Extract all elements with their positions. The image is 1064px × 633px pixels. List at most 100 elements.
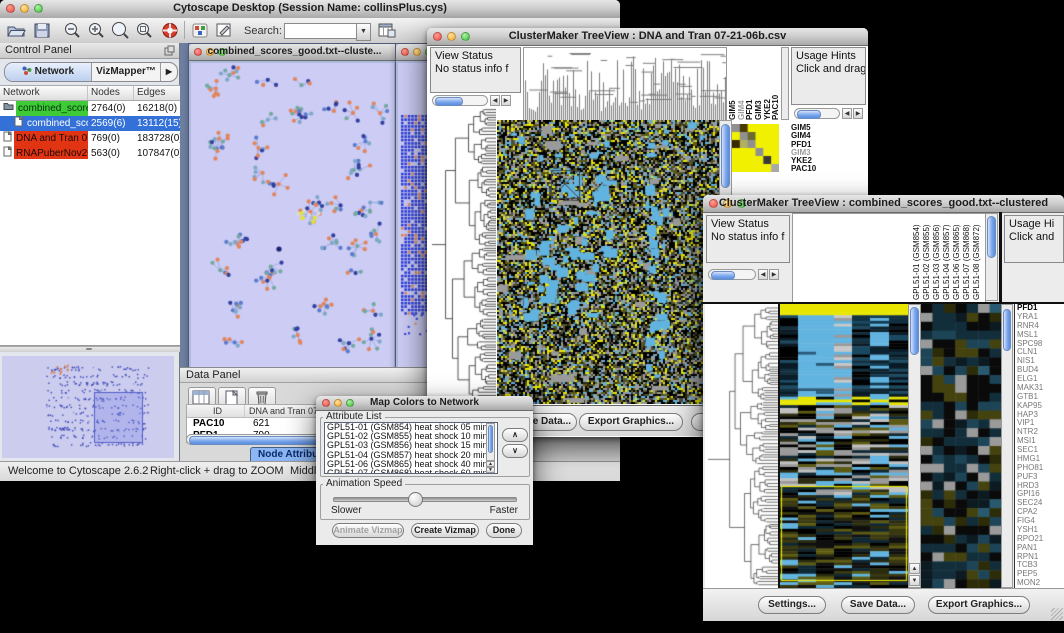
col-nodes[interactable]: Nodes [88, 86, 134, 100]
tv2-row-dendrogram[interactable] [705, 304, 778, 588]
list-item[interactable]: GPL51-07 (GSM868) heat shock 60 min [325, 469, 497, 474]
network-view-window: combined_scores_good.txt--cluste... [188, 43, 401, 370]
network-row[interactable]: DNA and Tran 07769(0)183728(0) [0, 131, 180, 146]
search-dropdown-arrow[interactable]: ▼ [356, 23, 371, 41]
experiment-column-label[interactable]: GPL51-08 (GSM872) [972, 214, 982, 300]
scroll-down-button[interactable]: ▼ [909, 575, 920, 586]
tab-network[interactable]: Network [5, 63, 92, 81]
network-row[interactable]: combined_sco2569(6)13112(15) [0, 116, 180, 131]
move-up-button[interactable]: ∧ [502, 428, 528, 442]
treeview2-titlebar[interactable]: ClusterMaker TreeView : combined_scores_… [703, 195, 1064, 213]
attribute-listbox[interactable]: GPL51-01 (GSM854) heat shock 05 minGPL51… [324, 422, 498, 474]
table-import-icon[interactable] [376, 21, 396, 40]
minimize-button[interactable] [413, 48, 421, 56]
resize-grip[interactable] [1051, 608, 1063, 620]
network-row[interactable]: combined_scores_2764(0)16218(0) [0, 101, 180, 116]
matrix-row-label[interactable]: PAC10 [791, 165, 863, 173]
col-edges[interactable]: Edges [134, 86, 180, 100]
row-value: 621 [245, 418, 270, 430]
dialog-button-create-vizmap[interactable]: Create Vizmap [411, 523, 479, 538]
network-tab-icon [22, 66, 32, 75]
tv2-collabel-vscrollbar[interactable] [985, 213, 998, 301]
scrollbar-thumb[interactable] [488, 425, 493, 453]
dialog-button-animate-vizmap[interactable]: Animate Vizmap [332, 523, 404, 538]
tv1-heatmap[interactable] [497, 120, 719, 404]
experiment-column-label[interactable]: GPL51-04 (GSM857) [942, 214, 952, 300]
tv2-button-export-graphics-[interactable]: Export Graphics... [928, 596, 1030, 614]
tv2-gene-list: PFD1YRA1RNR4MSL1SPC98CLN1NIS1BUD4ELG1MAK… [1014, 304, 1064, 588]
float-panel-icon[interactable] [164, 45, 175, 61]
scroll-right-button[interactable]: ▶ [853, 108, 863, 119]
dialog-button-done[interactable]: Done [486, 523, 522, 538]
network-overview-canvas[interactable] [2, 356, 174, 458]
tab-overflow-arrow[interactable]: ▶ [161, 63, 177, 81]
matrix-column-label[interactable]: GIM3 [754, 47, 763, 120]
zoom-out-icon[interactable] [62, 21, 82, 40]
scrollbar-thumb[interactable] [987, 216, 996, 258]
attribute-list-vscrollbar[interactable] [486, 423, 495, 461]
tv2-button-settings-[interactable]: Settings... [758, 596, 826, 614]
zoom-selected-icon[interactable] [134, 21, 154, 40]
zoom-fit-icon[interactable] [110, 21, 130, 40]
tv1-row-dendrogram[interactable] [430, 106, 496, 404]
tv1-usage-hscrollbar[interactable] [794, 108, 840, 119]
tv2-heatmap[interactable] [780, 304, 908, 588]
help-ring-icon[interactable] [160, 21, 180, 40]
tv2-status-hscrollbar[interactable] [708, 269, 756, 280]
tv1-label-vscrollbar[interactable] [781, 47, 789, 120]
speed-slider-track[interactable] [333, 497, 517, 502]
tv2-heatmap-vscrollbar[interactable]: ▲ ▼ [908, 304, 921, 588]
status-hint-zoom: Right-click + drag to ZOOM [150, 465, 284, 477]
network-view-titlebar[interactable]: combined_scores_good.txt--cluste... [189, 44, 400, 61]
scroll-left-button[interactable]: ◀ [490, 95, 500, 106]
matrix-column-label[interactable]: GIM5 [728, 47, 737, 120]
scroll-up-button[interactable]: ▲ [909, 563, 920, 574]
treeview1-titlebar[interactable]: ClusterMaker TreeView : DNA and Tran 07-… [427, 28, 868, 46]
scroll-left-button[interactable]: ◀ [842, 108, 852, 119]
tv1-row-labels: GIM5GIM4PFD1GIM3YKE2PAC10 [791, 124, 863, 176]
tv1-status-hscrollbar[interactable] [432, 95, 488, 106]
speed-slider-thumb[interactable] [408, 492, 423, 507]
tv1-button-export-graphics-[interactable]: Export Graphics... [579, 413, 683, 431]
network-nodes-count: 2764(0) [88, 101, 134, 116]
tab-vizmapper[interactable]: VizMapper™ [92, 63, 161, 81]
attribute-list-label: Attribute List [323, 411, 385, 422]
panel-divider[interactable] [0, 346, 180, 352]
search-label: Search: [244, 25, 282, 37]
treeview2-window: ClusterMaker TreeView : combined_scores_… [703, 195, 1064, 620]
scroll-down-button[interactable]: ▼ [486, 467, 495, 473]
main-titlebar[interactable]: Cytoscape Desktop (Session Name: collins… [0, 0, 620, 19]
node-add-icon[interactable] [190, 21, 210, 40]
network-canvas[interactable] [191, 63, 394, 367]
experiment-column-label[interactable]: GPL51-06 (GSM865) [952, 214, 962, 300]
experiment-column-label[interactable]: GPL51-07 (GSM868) [962, 214, 972, 300]
move-down-button[interactable]: ∨ [502, 444, 528, 458]
dialog-titlebar[interactable]: Map Colors to Network [316, 396, 533, 411]
scrollbar-thumb[interactable] [910, 307, 919, 355]
close-button[interactable] [401, 48, 409, 56]
zoom-in-icon[interactable] [86, 21, 106, 40]
experiment-column-label[interactable]: GPL51-02 (GSM855) [922, 214, 932, 300]
tv2-button-save-data-[interactable]: Save Data... [841, 596, 915, 614]
tv1-column-dendrogram[interactable] [523, 47, 727, 121]
scroll-right-button[interactable]: ▶ [769, 269, 779, 280]
experiment-column-label[interactable]: GPL51-01 (GSM854) [912, 214, 922, 300]
col-id[interactable]: ID [187, 405, 245, 417]
search-input[interactable] [284, 23, 362, 39]
scroll-left-button[interactable]: ◀ [758, 269, 768, 280]
tv2-zoom-heatmap[interactable] [921, 304, 1001, 588]
scrollbar-thumb[interactable] [1003, 309, 1011, 351]
tv1-zoom-heatmap[interactable] [732, 124, 779, 172]
gene-label[interactable]: MON2 [1017, 579, 1064, 588]
matrix-column-label[interactable]: PFD1 [745, 47, 754, 120]
annotation-icon[interactable] [214, 21, 234, 40]
network-edges-count: 13112(15) [134, 116, 180, 131]
experiment-column-label[interactable]: GPL51-03 (GSM856) [932, 214, 942, 300]
scroll-right-button[interactable]: ▶ [501, 95, 511, 106]
open-folder-icon[interactable] [6, 21, 26, 40]
scrollbar-thumb[interactable] [721, 124, 730, 188]
tv2-gene-vscrollbar[interactable] [1001, 304, 1013, 588]
col-network[interactable]: Network [0, 86, 88, 100]
matrix-column-label[interactable]: PAC10 [771, 47, 780, 120]
save-icon[interactable] [32, 21, 52, 40]
